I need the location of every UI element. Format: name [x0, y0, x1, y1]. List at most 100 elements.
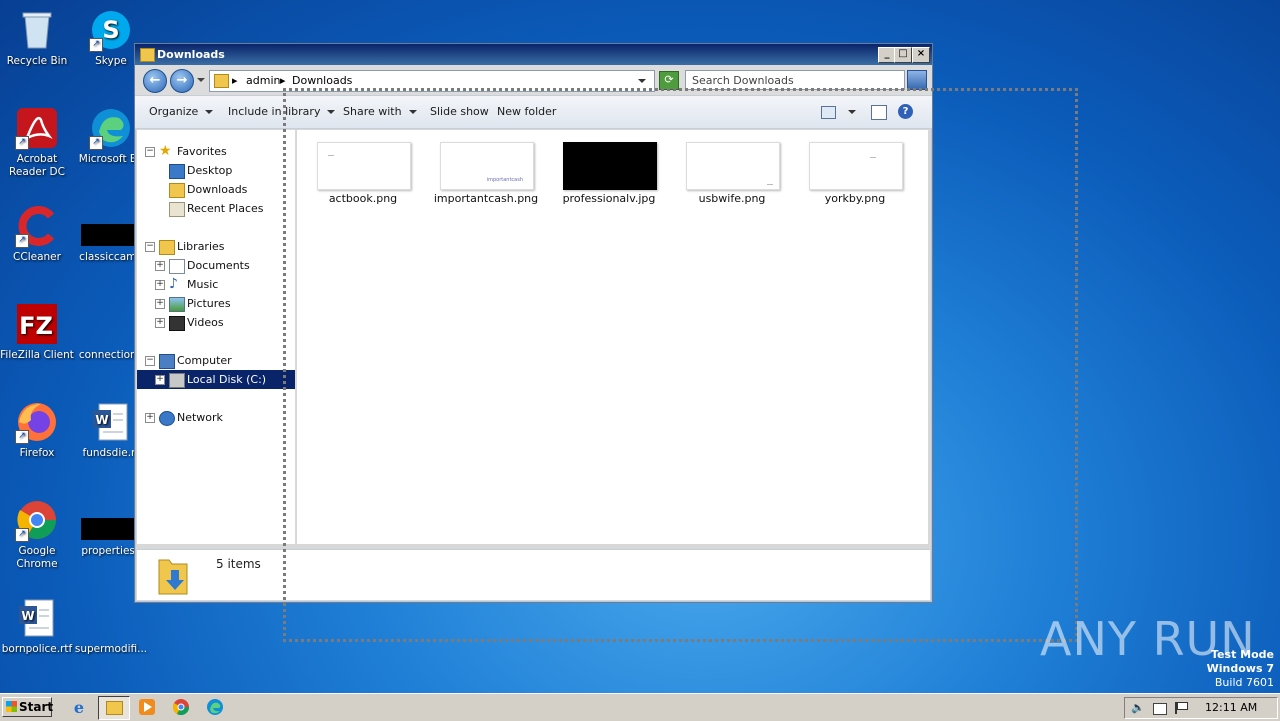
chrome-icon: ↗ [15, 498, 59, 542]
clock[interactable]: 12:11 AM [1205, 698, 1257, 718]
edge-taskbar-icon[interactable] [206, 698, 224, 716]
chrome-taskbar-icon[interactable] [172, 698, 190, 716]
include-in-library-button[interactable]: Include in library [228, 105, 336, 118]
window-titlebar[interactable]: Downloads _ □ × [135, 44, 932, 65]
network-tray-icon[interactable] [1153, 703, 1167, 715]
skype-icon: S ↗ [89, 8, 133, 52]
refresh-button[interactable]: ⟳ [659, 71, 679, 90]
desktop-icon-label: FileZilla Client [0, 349, 74, 361]
desktop-icon [169, 164, 185, 179]
taskbar: Start e 🔈 12:11 AM [0, 693, 1280, 721]
volume-icon[interactable]: 🔈 [1131, 698, 1145, 718]
file-name: professionalv.jpg [562, 192, 656, 205]
start-button[interactable]: Start [2, 697, 53, 717]
include-in-library-label: Include in library [228, 105, 321, 118]
nav-favorites[interactable]: − ★ Favorites [137, 142, 295, 161]
view-options-dropdown[interactable] [848, 110, 856, 114]
explorer-taskbar-button[interactable] [98, 696, 130, 720]
file-thumbnail-icon [81, 204, 141, 248]
nav-videos[interactable]: + Videos [137, 313, 295, 332]
file-name: yorkby.png [824, 192, 886, 205]
change-view-icon[interactable] [821, 106, 836, 119]
forward-button[interactable]: → [170, 69, 194, 93]
svg-text:FZ: FZ [19, 312, 53, 340]
help-icon[interactable]: ? [898, 104, 913, 119]
watermark-line: Build 7601 [1214, 676, 1274, 689]
organize-button[interactable]: Organize [149, 105, 214, 118]
nav-network[interactable]: + Network [137, 408, 295, 427]
address-dropdown-icon[interactable] [638, 79, 646, 83]
nav-recent-places[interactable]: Recent Places [137, 199, 295, 218]
slide-show-button[interactable]: Slide show [430, 105, 489, 118]
breadcrumb-admin[interactable]: admin [246, 71, 280, 90]
expand-icon[interactable]: + [155, 261, 165, 271]
media-player-icon[interactable] [138, 698, 156, 716]
maximize-button[interactable]: □ [894, 47, 912, 63]
watermark-line: Test Mode [1211, 648, 1274, 661]
nav-documents[interactable]: + Documents [137, 256, 295, 275]
nav-libraries[interactable]: − Libraries [137, 237, 295, 256]
desktop-icon-chrome[interactable]: ↗ Google Chrome [0, 498, 74, 571]
recent-pages-dropdown[interactable] [197, 78, 205, 82]
search-icon[interactable] [907, 70, 927, 90]
breadcrumb-separator-icon: ▸ [232, 74, 238, 87]
share-with-button[interactable]: Share with [343, 105, 417, 118]
desktop-icon-label: Skype [95, 55, 127, 67]
expand-icon[interactable]: + [145, 413, 155, 423]
desktop-icon-acrobat[interactable]: ↗ Acrobat Reader DC [0, 106, 74, 179]
breadcrumb-downloads[interactable]: Downloads [292, 71, 352, 90]
shortcut-arrow-icon: ↗ [89, 38, 103, 52]
internet-explorer-icon[interactable]: e [70, 698, 88, 717]
nav-label: Downloads [187, 183, 248, 196]
image-thumbnail [317, 142, 411, 190]
desktop-icon-recycle-bin[interactable]: Recycle Bin [0, 8, 74, 68]
computer-icon [159, 354, 175, 369]
desktop-icon-label: CCleaner [13, 251, 61, 263]
share-with-label: Share with [343, 105, 402, 118]
search-input[interactable]: Search Downloads [685, 70, 905, 90]
window-title: Downloads [157, 48, 225, 61]
chevron-down-icon [408, 110, 417, 114]
desktop-icon-filezilla[interactable]: FZ FileZilla Client [0, 302, 74, 362]
collapse-icon[interactable]: − [145, 147, 155, 157]
file-name: actbook.png [328, 192, 398, 205]
watermark-line: Windows 7 [1206, 662, 1274, 675]
address-box[interactable]: ▸ admin ▸ Downloads [209, 70, 655, 92]
windows-logo-icon [6, 701, 17, 712]
recent-places-icon [169, 202, 185, 217]
expand-icon[interactable]: + [155, 299, 165, 309]
desktop-icon-bornpolice[interactable]: W bornpolice.rtf [0, 596, 74, 656]
nav-local-disk[interactable]: + Local Disk (C:) [137, 370, 295, 389]
folder-icon [214, 74, 229, 88]
word-document-icon: W [15, 596, 59, 640]
nav-music[interactable]: + ♪ Music [137, 275, 295, 294]
desktop-icon-ccleaner[interactable]: ↗ CCleaner [0, 204, 74, 264]
nav-downloads[interactable]: Downloads [137, 180, 295, 199]
navigation-pane: − ★ Favorites Desktop Downloads Recent P… [137, 130, 296, 544]
details-pane: 5 items [137, 549, 930, 600]
nav-computer[interactable]: − Computer [137, 351, 295, 370]
preview-pane-icon[interactable] [871, 105, 887, 120]
close-button[interactable]: × [912, 47, 930, 63]
desktop-icon-label: fundsdie.rt [82, 447, 140, 459]
breadcrumb-separator-icon: ▸ [280, 74, 286, 87]
nav-label: Favorites [177, 145, 227, 158]
expand-icon[interactable]: + [155, 280, 165, 290]
action-center-flag-body [1177, 702, 1188, 710]
item-count: 5 items [216, 557, 261, 571]
back-button[interactable]: ← [143, 69, 167, 93]
expand-icon[interactable]: + [155, 375, 165, 385]
address-bar-row: ← → ▸ admin ▸ Downloads ⟳ Search Downloa… [135, 65, 932, 95]
new-folder-button[interactable]: New folder [497, 105, 556, 118]
downloads-folder-icon [169, 183, 185, 198]
nav-desktop[interactable]: Desktop [137, 161, 295, 180]
desktop-icon-supermodifi[interactable]: supermodifi... [74, 596, 148, 656]
nav-label: Videos [187, 316, 224, 329]
collapse-icon[interactable]: − [145, 356, 155, 366]
collapse-icon[interactable]: − [145, 242, 155, 252]
nav-pictures[interactable]: + Pictures [137, 294, 295, 313]
desktop-icon-firefox[interactable]: ↗ Firefox [0, 400, 74, 460]
image-thumbnail [686, 142, 780, 190]
expand-icon[interactable]: + [155, 318, 165, 328]
nav-label: Local Disk (C:) [187, 373, 267, 386]
